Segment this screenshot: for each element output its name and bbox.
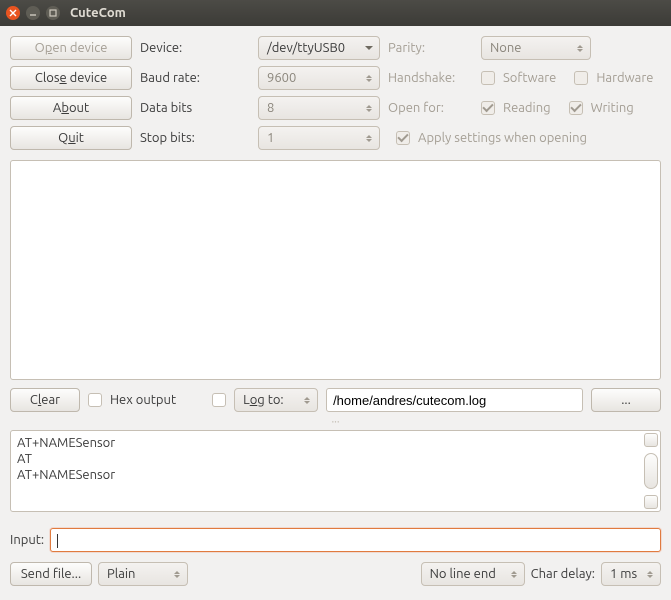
hardware-label: Hardware (596, 71, 653, 85)
databits-label: Data bits (140, 101, 250, 115)
apply-label: Apply settings when opening (418, 131, 587, 145)
chevron-down-icon (365, 46, 373, 50)
clear-button[interactable]: Clear (10, 388, 80, 412)
stopbits-label: Stop bits: (140, 131, 250, 145)
openfor-label: Open for: (388, 101, 473, 115)
command-input[interactable] (50, 528, 661, 552)
device-value: /dev/ttyUSB0 (267, 41, 345, 55)
parity-combo[interactable]: None (481, 36, 591, 60)
baud-label: Baud rate: (140, 71, 250, 85)
stopbits-value: 1 (267, 131, 274, 145)
writing-label: Writing (591, 101, 634, 115)
close-device-button[interactable]: Close device (10, 66, 132, 90)
parity-value: None (490, 41, 522, 55)
scroll-up-button[interactable] (644, 433, 658, 447)
scroll-down-button[interactable] (644, 495, 658, 509)
spinner-arrows-icon (510, 571, 518, 578)
window-close-button[interactable] (6, 6, 20, 20)
baud-value: 9600 (267, 71, 296, 85)
text-cursor-icon (57, 534, 58, 548)
scroll-thumb[interactable] (644, 453, 658, 489)
handshake-label: Handshake: (388, 71, 473, 85)
hex-output-checkbox[interactable] (88, 393, 102, 407)
about-button[interactable]: About (10, 96, 132, 120)
spinner-arrows-icon (173, 571, 181, 578)
char-delay-label: Char delay: (531, 567, 595, 581)
writing-checkbox[interactable] (569, 101, 583, 115)
reading-checkbox[interactable] (481, 101, 495, 115)
quit-button[interactable]: Quit (10, 126, 132, 150)
titlebar: CuteCom (0, 0, 671, 26)
char-delay-value: 1 ms (610, 567, 637, 581)
parity-label: Parity: (388, 41, 473, 55)
list-item[interactable]: AT (17, 451, 654, 467)
scrollbar[interactable] (644, 433, 658, 509)
open-device-button[interactable]: Open device (10, 36, 132, 60)
input-label: Input: (10, 533, 44, 547)
spinner-arrows-icon (365, 75, 373, 82)
window-maximize-button[interactable] (46, 6, 60, 20)
spinner-arrows-icon (365, 105, 373, 112)
line-end-combo[interactable]: No line end (421, 562, 525, 586)
send-mode-value: Plain (107, 567, 135, 581)
list-item[interactable]: AT+NAMESensor (17, 467, 654, 483)
hex-output-label: Hex output (110, 393, 176, 407)
splitter-handle[interactable]: ··· (10, 416, 661, 428)
software-label: Software (503, 71, 556, 85)
apply-checkbox[interactable] (396, 131, 410, 145)
window-minimize-button[interactable] (26, 6, 40, 20)
log-checkbox[interactable] (212, 393, 226, 407)
device-combo[interactable]: /dev/ttyUSB0 (258, 36, 380, 60)
browse-log-button[interactable]: ... (591, 388, 661, 412)
hardware-checkbox[interactable] (574, 71, 588, 85)
list-item[interactable]: AT+NAMESensor (17, 435, 654, 451)
device-label: Device: (140, 41, 250, 55)
send-file-button[interactable]: Send file... (10, 562, 92, 586)
spinner-arrows-icon (303, 397, 311, 404)
log-mode-combo[interactable]: Log to: (234, 388, 318, 412)
window-controls (6, 6, 60, 20)
spinner-arrows-icon (576, 45, 584, 52)
log-file-input[interactable] (326, 388, 583, 412)
stopbits-combo[interactable]: 1 (258, 126, 380, 150)
spinner-arrows-icon (646, 571, 654, 578)
databits-combo[interactable]: 8 (258, 96, 380, 120)
reading-label: Reading (503, 101, 551, 115)
databits-value: 8 (267, 101, 274, 115)
line-end-value: No line end (430, 567, 496, 581)
window-title: CuteCom (70, 6, 126, 20)
send-mode-combo[interactable]: Plain (98, 562, 188, 586)
char-delay-spin[interactable]: 1 ms (601, 562, 661, 586)
spinner-arrows-icon (365, 135, 373, 142)
history-list[interactable]: AT+NAMESensor AT AT+NAMESensor (10, 430, 661, 512)
output-textarea[interactable] (10, 160, 661, 380)
baud-combo[interactable]: 9600 (258, 66, 380, 90)
software-checkbox[interactable] (481, 71, 495, 85)
